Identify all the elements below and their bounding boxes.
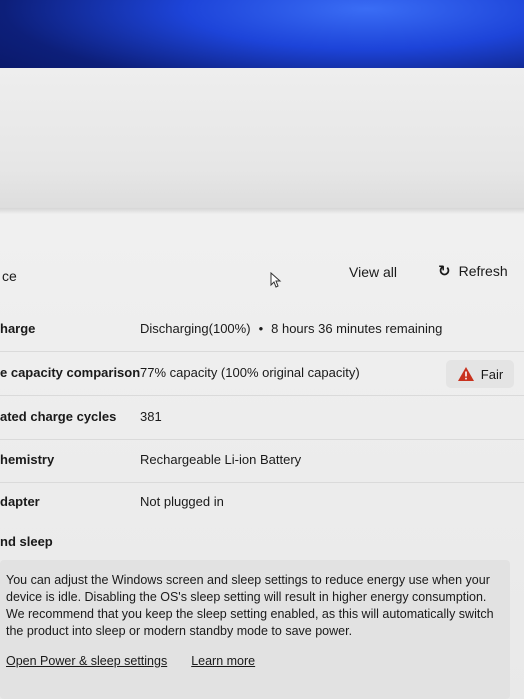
mouse-cursor-icon [270, 272, 282, 288]
learn-more-link[interactable]: Learn more [191, 654, 255, 668]
row-label: hemistry [0, 452, 55, 467]
row-capacity: e capacity comparison 77% capacity (100%… [0, 353, 524, 396]
row-chemistry: hemistry Rechargeable Li-ion Battery [0, 440, 524, 483]
row-value: Discharging(100%) • 8 hours 36 minutes rem… [140, 321, 442, 336]
section-title: ce [2, 268, 17, 284]
refresh-label: Refresh [458, 263, 508, 279]
separator-dot: • [258, 321, 264, 336]
view-all-button[interactable]: View all [349, 264, 397, 280]
warning-icon [457, 367, 474, 381]
power-sleep-links: Open Power & sleep settings Learn more [6, 654, 255, 668]
power-sleep-info-box: You can adjust the Windows screen and sl… [0, 560, 510, 699]
row-adapter: dapter Not plugged in [0, 482, 524, 524]
row-charge: harge Discharging(100%) • 8 hours 36 minut… [0, 309, 524, 352]
window-top-area [0, 68, 524, 213]
row-value: 77% capacity (100% original capacity) [140, 365, 360, 380]
row-value: Not plugged in [140, 494, 224, 509]
row-cycles: ated charge cycles 381 [0, 397, 524, 440]
badge-label: Fair [480, 366, 504, 382]
refresh-icon: ↻ [438, 263, 451, 280]
row-label: e capacity comparison [0, 365, 141, 380]
status-badge: Fair [446, 360, 514, 388]
power-sleep-description: You can adjust the Windows screen and sl… [6, 573, 494, 638]
refresh-button[interactable]: ↻ Refresh [438, 262, 508, 280]
charge-status: Discharging(100%) [140, 321, 251, 336]
row-value: 381 [140, 409, 162, 424]
row-label: harge [0, 321, 36, 336]
time-remaining: 8 hours 36 minutes remaining [271, 321, 443, 336]
row-label: ated charge cycles [0, 409, 117, 424]
open-power-sleep-settings-link[interactable]: Open Power & sleep settings [6, 654, 167, 668]
row-value: Rechargeable Li-ion Battery [140, 452, 302, 467]
power-sleep-title: nd sleep [0, 534, 53, 549]
row-label: dapter [0, 494, 40, 509]
